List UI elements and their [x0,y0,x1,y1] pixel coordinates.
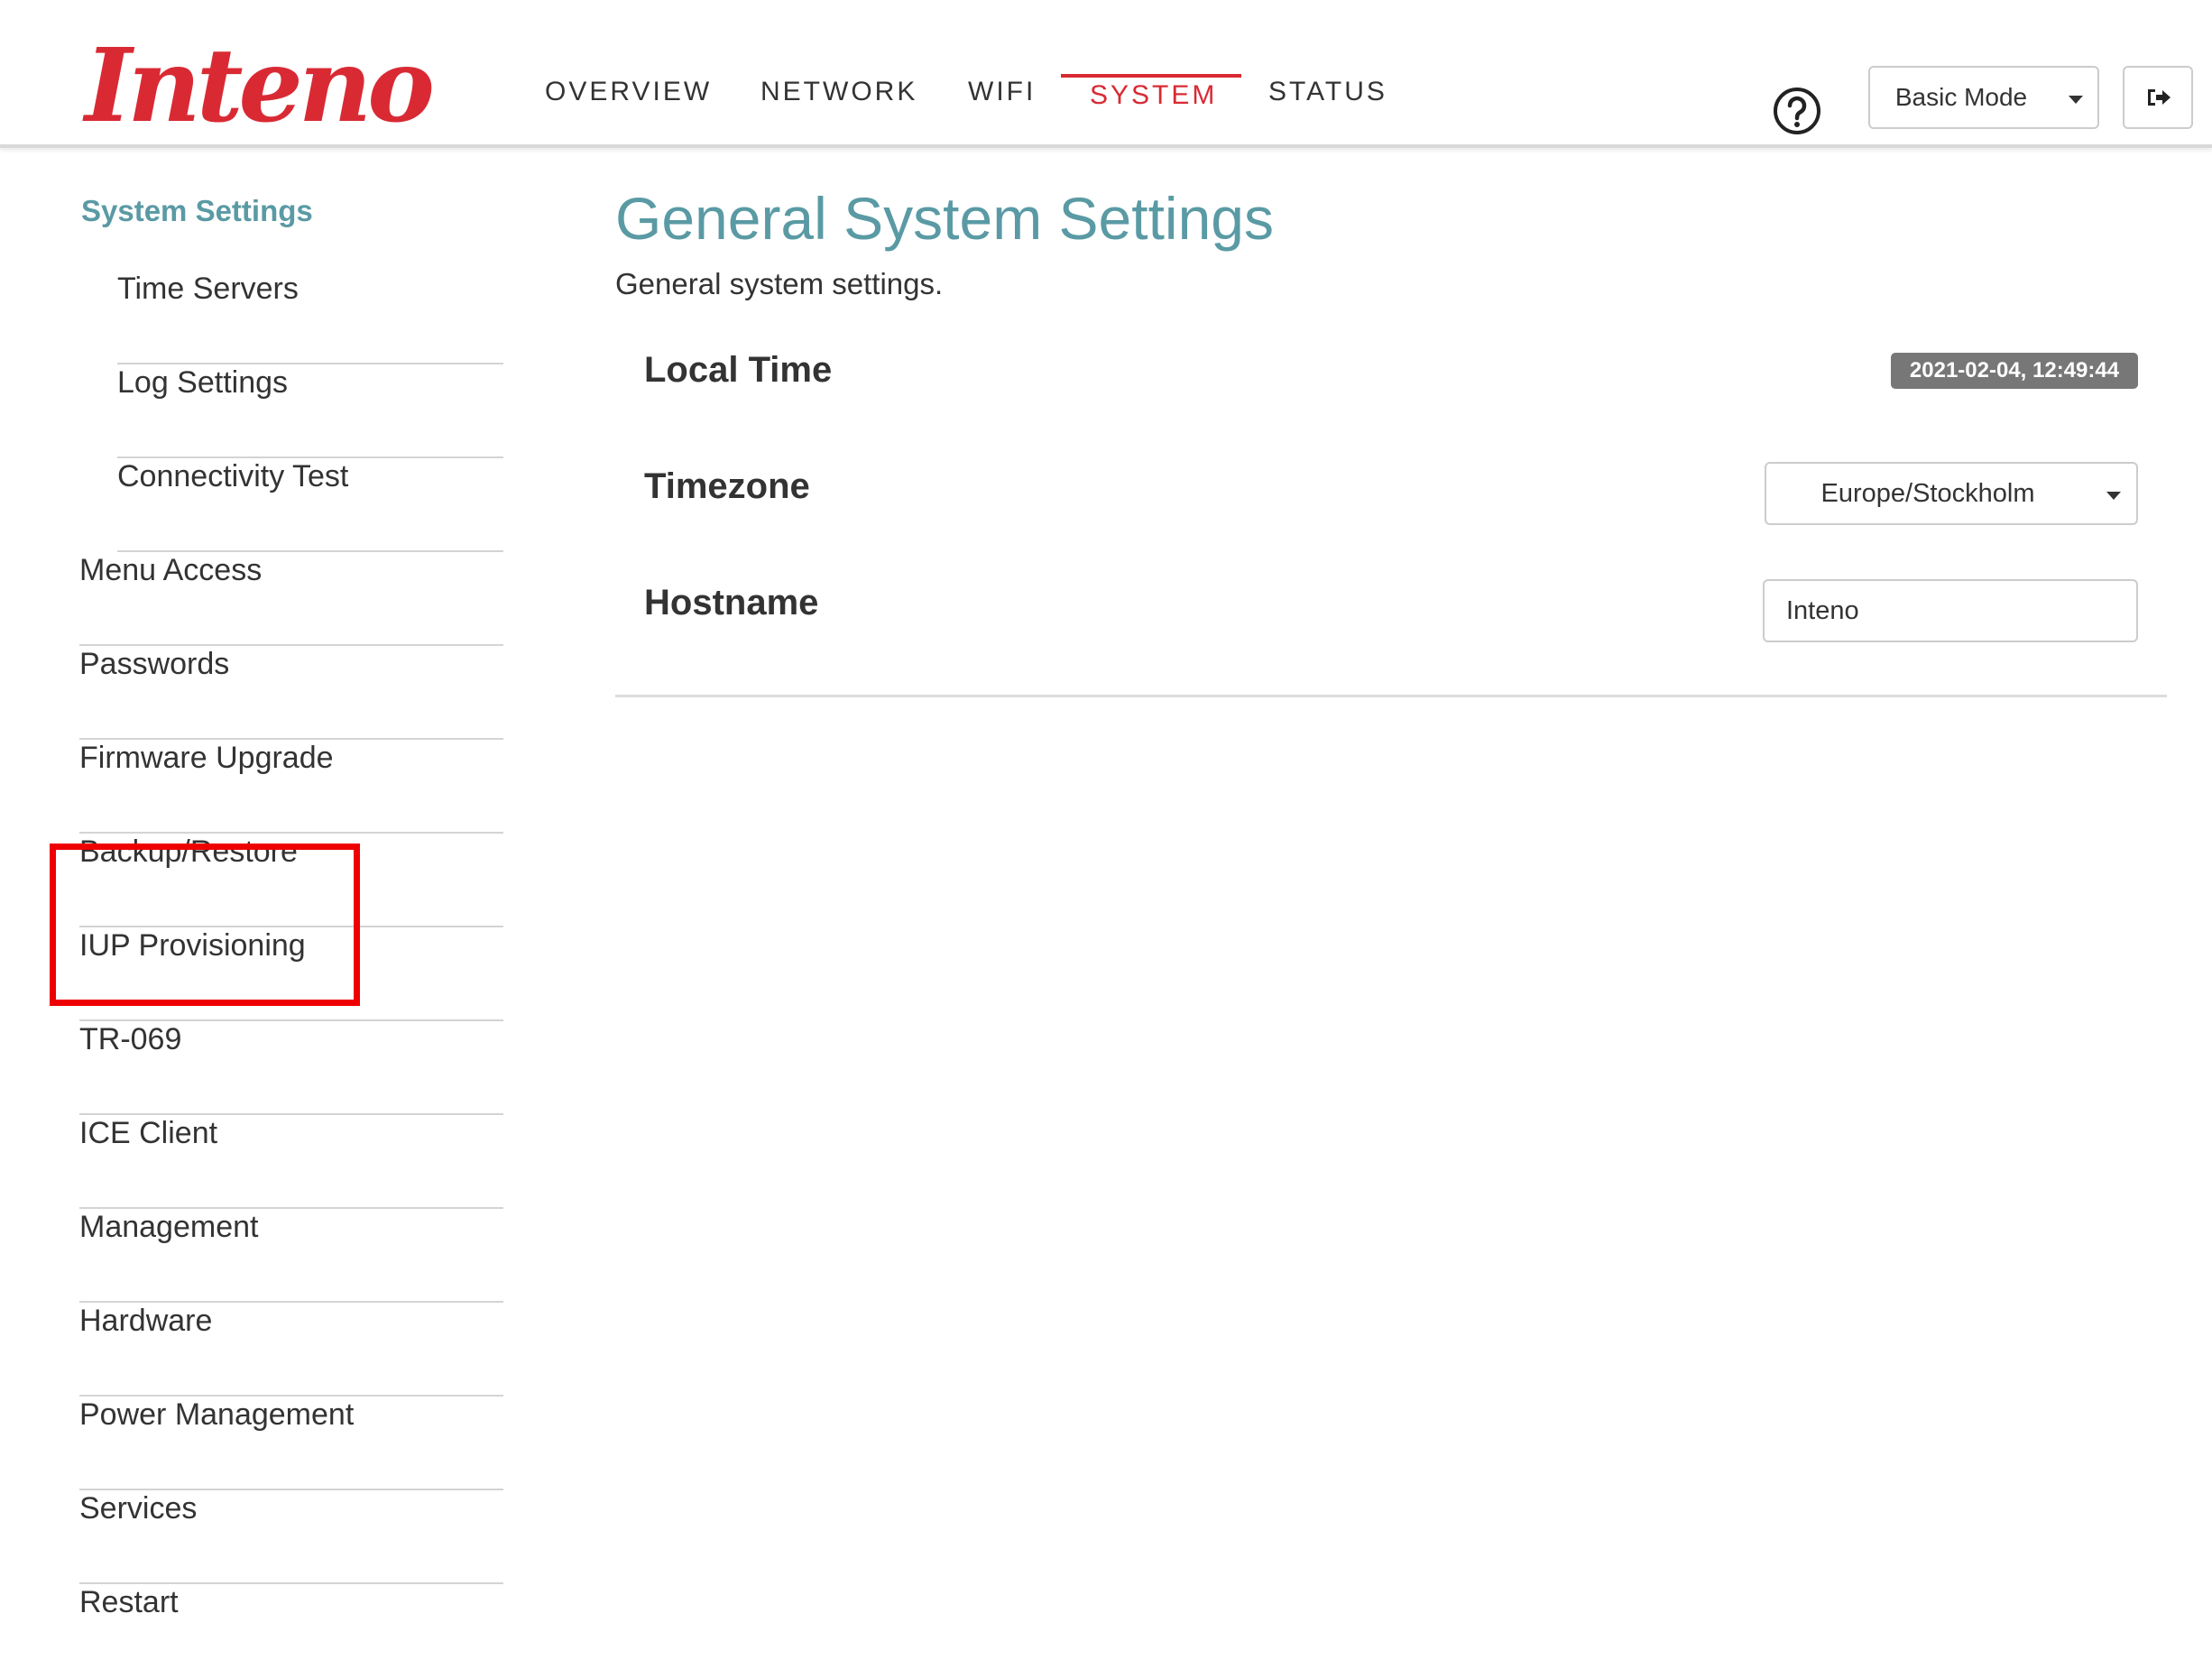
nav-system[interactable]: SYSTEM [1090,78,1217,114]
sidebar-item-label: TR-069 [79,1022,182,1056]
sidebar-item-management[interactable]: Management [79,1209,503,1303]
sidebar-item-restart[interactable]: Restart [79,1584,503,1678]
timezone-label: Timezone [644,466,810,506]
sidebar-item-label: Backup/Restore [79,834,298,869]
local-time-badge: 2021-02-04, 12:49:44 [1891,353,2138,389]
nav-overview[interactable]: OVERVIEW [545,74,712,110]
sidebar-item-label: Restart [79,1585,179,1619]
sidebar-item-passwords[interactable]: Passwords [79,646,503,740]
nav-status[interactable]: STATUS [1268,74,1387,110]
sidebar-item-hardware[interactable]: Hardware [79,1303,503,1397]
page-description: General system settings. [615,267,944,300]
timezone-dropdown-toggle[interactable] [2089,462,2138,525]
sidebar-item-label: Time Servers [117,272,299,306]
sidebar-item-firmware-upgrade[interactable]: Firmware Upgrade [79,740,503,834]
section-divider [615,695,2167,697]
sidebar-item-tr-069[interactable]: TR-069 [79,1021,503,1115]
inteno-logo[interactable]: Inteno [85,36,435,137]
sidebar-item-label: Passwords [79,647,230,681]
sidebar-item-power-management[interactable]: Power Management [79,1397,503,1490]
local-time-label: Local Time [644,350,833,390]
sidebar-item-label: Hardware [79,1304,213,1338]
sidebar-item-time-servers[interactable]: Time Servers [117,271,503,364]
caret-down-icon [2069,96,2083,104]
sidebar-item-backup-restore[interactable]: Backup/Restore [79,834,503,927]
sidebar-item-menu-access[interactable]: Menu Access [79,552,503,646]
sidebar-item-iup-provisioning[interactable]: IUP Provisioning [79,927,503,1021]
caret-down-icon [2106,492,2121,500]
mode-dropdown-toggle[interactable] [2052,66,2099,129]
sidebar-item-label: Services [79,1491,198,1526]
sidebar-item-label: Log Settings [117,365,289,400]
sidebar-item-services[interactable]: Services [79,1490,503,1584]
sidebar-heading-system-settings[interactable]: System Settings [81,194,313,228]
nav-network[interactable]: NETWORK [760,74,917,110]
sidebar-item-label: ICE Client [79,1116,218,1150]
active-tab-indicator [1061,74,1241,78]
sidebar-item-label: Menu Access [79,553,263,587]
sidebar-item-label: Management [79,1210,259,1244]
sidebar-item-label: Firmware Upgrade [79,741,334,775]
top-header: Inteno OVERVIEW NETWORK WIFI SYSTEM STAT… [0,0,2212,148]
sidebar-item-ice-client[interactable]: ICE Client [79,1115,503,1209]
nav-wifi[interactable]: WIFI [968,74,1036,110]
sidebar-item-label: Connectivity Test [117,459,349,493]
basic-mode-button[interactable]: Basic Mode [1868,66,2054,129]
logout-button[interactable] [2123,66,2193,129]
sidebar-item-label: Power Management [79,1397,355,1432]
hostname-input[interactable] [1763,579,2138,642]
page-title: General System Settings [615,185,1274,252]
timezone-select[interactable]: Europe/Stockholm [1765,462,2091,525]
sidebar-item-connectivity-test[interactable]: Connectivity Test [117,458,503,552]
sidebar-item-log-settings[interactable]: Log Settings [117,364,503,458]
hostname-label: Hostname [644,583,819,622]
sign-out-icon [2148,89,2171,106]
sidebar-item-label: IUP Provisioning [79,928,306,963]
question-circle-icon[interactable] [1773,87,1821,135]
